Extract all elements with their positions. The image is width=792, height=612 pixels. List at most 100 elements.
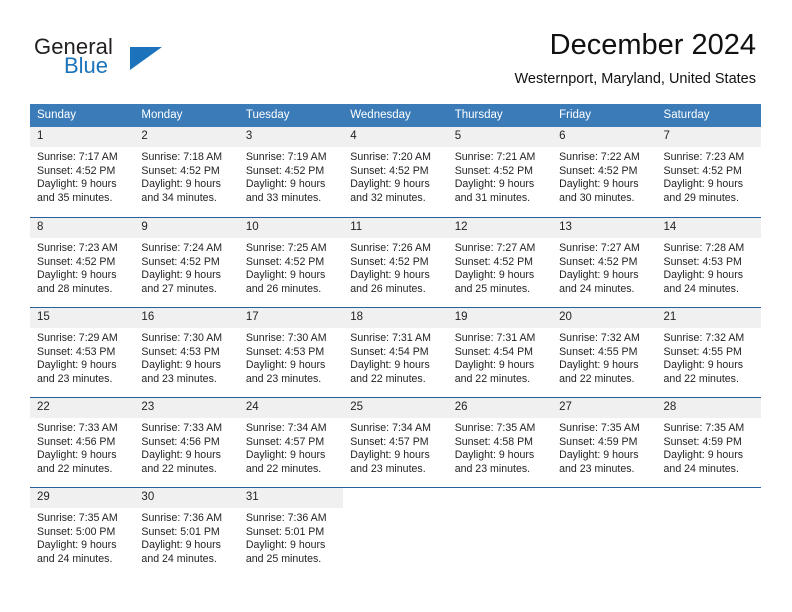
calendar-day-cell[interactable]: 15 Sunrise: 7:29 AM Sunset: 4:53 PM Dayligh…	[30, 307, 135, 397]
day-number: 19	[447, 308, 553, 328]
day-number: 7	[656, 127, 761, 147]
day-number: 27	[552, 398, 657, 418]
daylight-duration-line1: Daylight: 9 hours	[37, 269, 117, 282]
calendar-day-cell[interactable]: 19 Sunrise: 7:31 AM Sunset: 4:54 PM Dayligh…	[447, 307, 553, 397]
daylight-duration-line1: Daylight: 9 hours	[454, 359, 535, 372]
day-cell-inner: 29 Sunrise: 7:35 AM Sunset: 5:00 PM Dayligh…	[30, 487, 135, 577]
sunset-time: Sunset: 4:52 PM	[37, 164, 116, 177]
calendar-day-cell[interactable]	[552, 487, 657, 577]
day-cell-inner: 6 Sunrise: 7:22 AM Sunset: 4:52 PM Daylight…	[552, 127, 657, 217]
daylight-duration-line1: Daylight: 9 hours	[350, 178, 430, 191]
daylight-duration-line1: Daylight: 9 hours	[350, 359, 430, 372]
sunrise-time: Sunrise: 7:30 AM	[245, 332, 327, 344]
sunrise-time: Sunrise: 7:24 AM	[141, 242, 223, 254]
calendar-day-cell[interactable]: 16 Sunrise: 7:30 AM Sunset: 4:53 PM Dayligh…	[134, 307, 239, 397]
day-number	[656, 488, 761, 508]
blue-triangle-icon	[130, 47, 162, 70]
calendar-day-cell[interactable]: 7 Sunrise: 7:23 AM Sunset: 4:52 PM Daylight…	[656, 127, 761, 217]
day-sun-info: Sunrise: 7:32 AM Sunset: 4:55 PM Daylight:…	[552, 328, 656, 386]
calendar-day-cell[interactable]: 10 Sunrise: 7:25 AM Sunset: 4:52 PM Dayligh…	[238, 217, 344, 307]
calendar-day-cell[interactable]: 30 Sunrise: 7:36 AM Sunset: 5:01 PM Dayligh…	[134, 487, 239, 577]
daylight-duration-line1: Daylight: 9 hours	[245, 539, 326, 552]
sunset-time: Sunset: 4:52 PM	[559, 255, 638, 268]
daylight-duration-line2: and 22 minutes.	[245, 462, 322, 475]
calendar-day-cell[interactable]: 23 Sunrise: 7:33 AM Sunset: 4:56 PM Dayligh…	[134, 397, 239, 487]
calendar-day-cell[interactable]: 8 Sunrise: 7:23 AM Sunset: 4:52 PM Daylight…	[30, 217, 135, 307]
daylight-duration-line2: and 24 minutes.	[37, 552, 113, 565]
daylight-duration-line2: and 22 minutes.	[37, 462, 113, 475]
daylight-duration-line1: Daylight: 9 hours	[559, 449, 639, 462]
calendar-day-cell[interactable]: 24 Sunrise: 7:34 AM Sunset: 4:57 PM Dayligh…	[238, 397, 344, 487]
calendar-day-cell[interactable]: 22 Sunrise: 7:33 AM Sunset: 4:56 PM Dayligh…	[30, 397, 135, 487]
sunset-time: Sunset: 4:52 PM	[454, 255, 534, 268]
sunset-time: Sunset: 4:52 PM	[245, 255, 325, 268]
day-sun-info: Sunrise: 7:19 AM Sunset: 4:52 PM Daylight:…	[239, 147, 343, 205]
sunrise-time: Sunrise: 7:21 AM	[454, 151, 536, 163]
day-number: 31	[238, 488, 344, 508]
calendar-day-cell[interactable]: 18 Sunrise: 7:31 AM Sunset: 4:54 PM Dayligh…	[343, 307, 448, 397]
day-sun-info: Sunrise: 7:31 AM Sunset: 4:54 PM Daylight:…	[343, 328, 447, 386]
day-sun-info: Sunrise: 7:36 AM Sunset: 5:01 PM Daylight:…	[239, 508, 343, 566]
day-number: 16	[134, 308, 239, 328]
sunrise-time: Sunrise: 7:23 AM	[37, 242, 118, 254]
daylight-duration-line2: and 33 minutes.	[245, 191, 322, 204]
calendar-day-cell[interactable]: 25 Sunrise: 7:34 AM Sunset: 4:57 PM Dayligh…	[343, 397, 448, 487]
day-sun-info: Sunrise: 7:26 AM Sunset: 4:52 PM Daylight:…	[343, 238, 447, 296]
calendar-day-cell[interactable]	[656, 487, 761, 577]
calendar-day-cell[interactable]: 29 Sunrise: 7:35 AM Sunset: 5:00 PM Dayligh…	[30, 487, 135, 577]
calendar-day-cell[interactable]: 9 Sunrise: 7:24 AM Sunset: 4:52 PM Daylight…	[134, 217, 239, 307]
calendar-day-cell[interactable]: 11 Sunrise: 7:26 AM Sunset: 4:52 PM Dayligh…	[343, 217, 448, 307]
calendar-day-cell[interactable]: 6 Sunrise: 7:22 AM Sunset: 4:52 PM Daylight…	[552, 127, 657, 217]
daylight-duration-line2: and 29 minutes.	[663, 191, 739, 204]
calendar-day-cell[interactable]: 5 Sunrise: 7:21 AM Sunset: 4:52 PM Daylight…	[447, 127, 553, 217]
calendar-day-cell[interactable]: 26 Sunrise: 7:35 AM Sunset: 4:58 PM Dayligh…	[447, 397, 553, 487]
sunset-time: Sunset: 4:57 PM	[245, 435, 325, 448]
daylight-duration-line2: and 32 minutes.	[350, 191, 426, 204]
day-number: 28	[656, 398, 761, 418]
sunrise-time: Sunrise: 7:27 AM	[454, 242, 536, 254]
daylight-duration-line1: Daylight: 9 hours	[245, 269, 326, 282]
day-sun-info: Sunrise: 7:20 AM Sunset: 4:52 PM Daylight:…	[343, 147, 447, 205]
day-number: 26	[447, 398, 553, 418]
daylight-duration-line2: and 22 minutes.	[141, 462, 217, 475]
sunrise-sunset-calendar-table: Sunday Monday Tuesday Wednesday Thursday…	[30, 104, 761, 577]
calendar-day-cell[interactable]: 17 Sunrise: 7:30 AM Sunset: 4:53 PM Dayligh…	[238, 307, 344, 397]
calendar-day-cell[interactable]: 27 Sunrise: 7:35 AM Sunset: 4:59 PM Dayligh…	[552, 397, 657, 487]
daylight-duration-line1: Daylight: 9 hours	[37, 359, 117, 372]
calendar-day-cell[interactable]: 28 Sunrise: 7:35 AM Sunset: 4:59 PM Dayligh…	[656, 397, 761, 487]
calendar-day-cell[interactable]: 20 Sunrise: 7:32 AM Sunset: 4:55 PM Dayligh…	[552, 307, 657, 397]
sunrise-time: Sunrise: 7:35 AM	[454, 422, 536, 434]
sunrise-time: Sunrise: 7:33 AM	[37, 422, 118, 434]
sunrise-time: Sunrise: 7:25 AM	[245, 242, 327, 254]
day-number: 4	[343, 127, 448, 147]
day-sun-info: Sunrise: 7:35 AM Sunset: 5:00 PM Daylight:…	[30, 508, 134, 566]
calendar-day-cell[interactable]: 14 Sunrise: 7:28 AM Sunset: 4:53 PM Dayligh…	[656, 217, 761, 307]
daylight-duration-line2: and 28 minutes.	[37, 282, 113, 295]
day-number: 2	[134, 127, 239, 147]
daylight-duration-line1: Daylight: 9 hours	[559, 359, 639, 372]
day-cell-inner: 25 Sunrise: 7:34 AM Sunset: 4:57 PM Dayligh…	[343, 397, 448, 487]
calendar-day-cell[interactable]: 2 Sunrise: 7:18 AM Sunset: 4:52 PM Daylight…	[134, 127, 239, 217]
calendar-day-cell[interactable]: 1 Sunrise: 7:17 AM Sunset: 4:52 PM Daylight…	[30, 127, 135, 217]
sunset-time: Sunset: 4:55 PM	[559, 345, 638, 358]
general-blue-logo[interactable]: General Blue	[34, 34, 244, 86]
calendar-day-cell[interactable]: 13 Sunrise: 7:27 AM Sunset: 4:52 PM Dayligh…	[552, 217, 657, 307]
daylight-duration-line1: Daylight: 9 hours	[663, 269, 744, 282]
daylight-duration-line2: and 24 minutes.	[663, 462, 739, 475]
sunset-time: Sunset: 4:55 PM	[663, 345, 742, 358]
day-number: 10	[238, 218, 344, 238]
calendar-day-cell[interactable]	[343, 487, 448, 577]
calendar-day-cell[interactable]	[447, 487, 553, 577]
calendar-day-cell[interactable]: 12 Sunrise: 7:27 AM Sunset: 4:52 PM Dayligh…	[447, 217, 553, 307]
calendar-day-cell[interactable]: 21 Sunrise: 7:32 AM Sunset: 4:55 PM Dayligh…	[656, 307, 761, 397]
daylight-duration-line2: and 26 minutes.	[350, 282, 426, 295]
calendar-day-cell[interactable]: 31 Sunrise: 7:36 AM Sunset: 5:01 PM Dayligh…	[238, 487, 344, 577]
calendar-day-cell[interactable]: 3 Sunrise: 7:19 AM Sunset: 4:52 PM Daylight…	[238, 127, 344, 217]
calendar-day-cell[interactable]: 4 Sunrise: 7:20 AM Sunset: 4:52 PM Daylight…	[343, 127, 448, 217]
day-sun-info: Sunrise: 7:35 AM Sunset: 4:59 PM Daylight:…	[552, 418, 656, 476]
sunrise-time: Sunrise: 7:31 AM	[350, 332, 431, 344]
day-cell-inner: 28 Sunrise: 7:35 AM Sunset: 4:59 PM Dayligh…	[656, 397, 761, 487]
sunset-time: Sunset: 4:52 PM	[559, 164, 638, 177]
daylight-duration-line2: and 24 minutes.	[141, 552, 217, 565]
sunset-time: Sunset: 4:53 PM	[245, 345, 325, 358]
